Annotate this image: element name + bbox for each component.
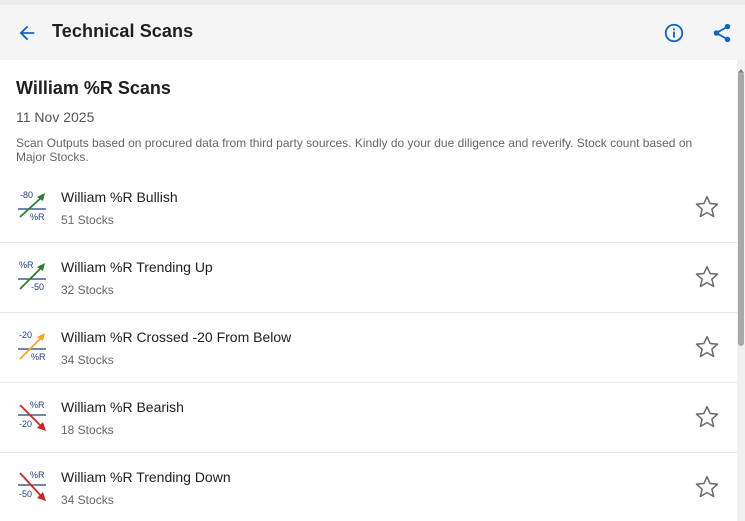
icon-bottom-label: -20 bbox=[19, 419, 32, 429]
scan-name: William %R Bearish bbox=[61, 399, 184, 415]
scan-content: William %R Scans 11 Nov 2025 Scan Output… bbox=[0, 60, 737, 521]
scan-row-william-r-trending-up[interactable]: %R -50 William %R Trending Up 32 Stocks bbox=[0, 243, 737, 313]
icon-bottom-label: %R bbox=[31, 352, 46, 362]
disclaimer-text: Scan Outputs based on procured data from… bbox=[16, 136, 693, 164]
info-icon bbox=[664, 23, 684, 43]
bullish-cross-icon: -80 %R bbox=[16, 189, 50, 225]
icon-top-label: %R bbox=[30, 400, 45, 410]
scan-list: -80 %R William %R Bullish 51 Stocks %R -… bbox=[0, 173, 737, 521]
favorite-button[interactable] bbox=[693, 333, 721, 361]
crossed-above-icon: -20 %R bbox=[16, 329, 50, 365]
star-outline-icon bbox=[695, 405, 719, 428]
scan-row-william-r-bearish[interactable]: %R -20 William %R Bearish 18 Stocks bbox=[0, 383, 737, 453]
scan-name: William %R Bullish bbox=[61, 189, 178, 205]
icon-bottom-label: -50 bbox=[19, 489, 32, 499]
info-button[interactable] bbox=[661, 20, 687, 46]
scan-count: 34 Stocks bbox=[61, 493, 114, 507]
scan-count: 34 Stocks bbox=[61, 353, 114, 367]
arrow-left-icon bbox=[19, 25, 35, 41]
icon-top-label: -20 bbox=[19, 330, 32, 340]
star-outline-icon bbox=[695, 475, 719, 498]
scan-row-william-r-crossed-20[interactable]: -20 %R William %R Crossed -20 From Below… bbox=[0, 313, 737, 383]
scan-count: 51 Stocks bbox=[61, 213, 114, 227]
header-title: Technical Scans bbox=[52, 21, 194, 41]
scan-name: William %R Crossed -20 From Below bbox=[61, 329, 292, 345]
scan-count: 18 Stocks bbox=[61, 423, 114, 437]
icon-bottom-label: %R bbox=[30, 212, 45, 222]
icon-top-label: %R bbox=[19, 260, 34, 270]
star-outline-icon bbox=[695, 335, 719, 358]
scan-row-william-r-bullish[interactable]: -80 %R William %R Bullish 51 Stocks bbox=[0, 173, 737, 243]
scan-name: William %R Trending Up bbox=[61, 259, 213, 275]
scan-name: William %R Trending Down bbox=[61, 469, 231, 485]
scrollbar-thumb[interactable] bbox=[738, 72, 744, 346]
star-outline-icon bbox=[695, 195, 719, 218]
trending-up-icon: %R -50 bbox=[16, 259, 50, 295]
favorite-button[interactable] bbox=[693, 263, 721, 291]
trending-down-icon: %R -50 bbox=[16, 469, 50, 505]
share-button[interactable] bbox=[709, 20, 735, 46]
scan-date: 11 Nov 2025 bbox=[16, 109, 95, 125]
icon-top-label: -80 bbox=[20, 190, 33, 200]
icon-top-label: %R bbox=[30, 470, 45, 480]
icon-bottom-label: -50 bbox=[31, 282, 44, 292]
scan-row-william-r-trending-down[interactable]: %R -50 William %R Trending Down 34 Stock… bbox=[0, 453, 737, 521]
page-title: William %R Scans bbox=[16, 78, 171, 98]
favorite-button[interactable] bbox=[693, 473, 721, 501]
favorite-button[interactable] bbox=[693, 403, 721, 431]
scan-count: 32 Stocks bbox=[61, 283, 114, 297]
back-button[interactable] bbox=[14, 20, 40, 46]
favorite-button[interactable] bbox=[693, 193, 721, 221]
bearish-cross-icon: %R -20 bbox=[16, 399, 50, 435]
star-outline-icon bbox=[695, 265, 719, 288]
app-header: Technical Scans bbox=[0, 5, 745, 60]
scroll-up-icon[interactable] bbox=[737, 62, 745, 73]
share-icon bbox=[713, 23, 731, 43]
